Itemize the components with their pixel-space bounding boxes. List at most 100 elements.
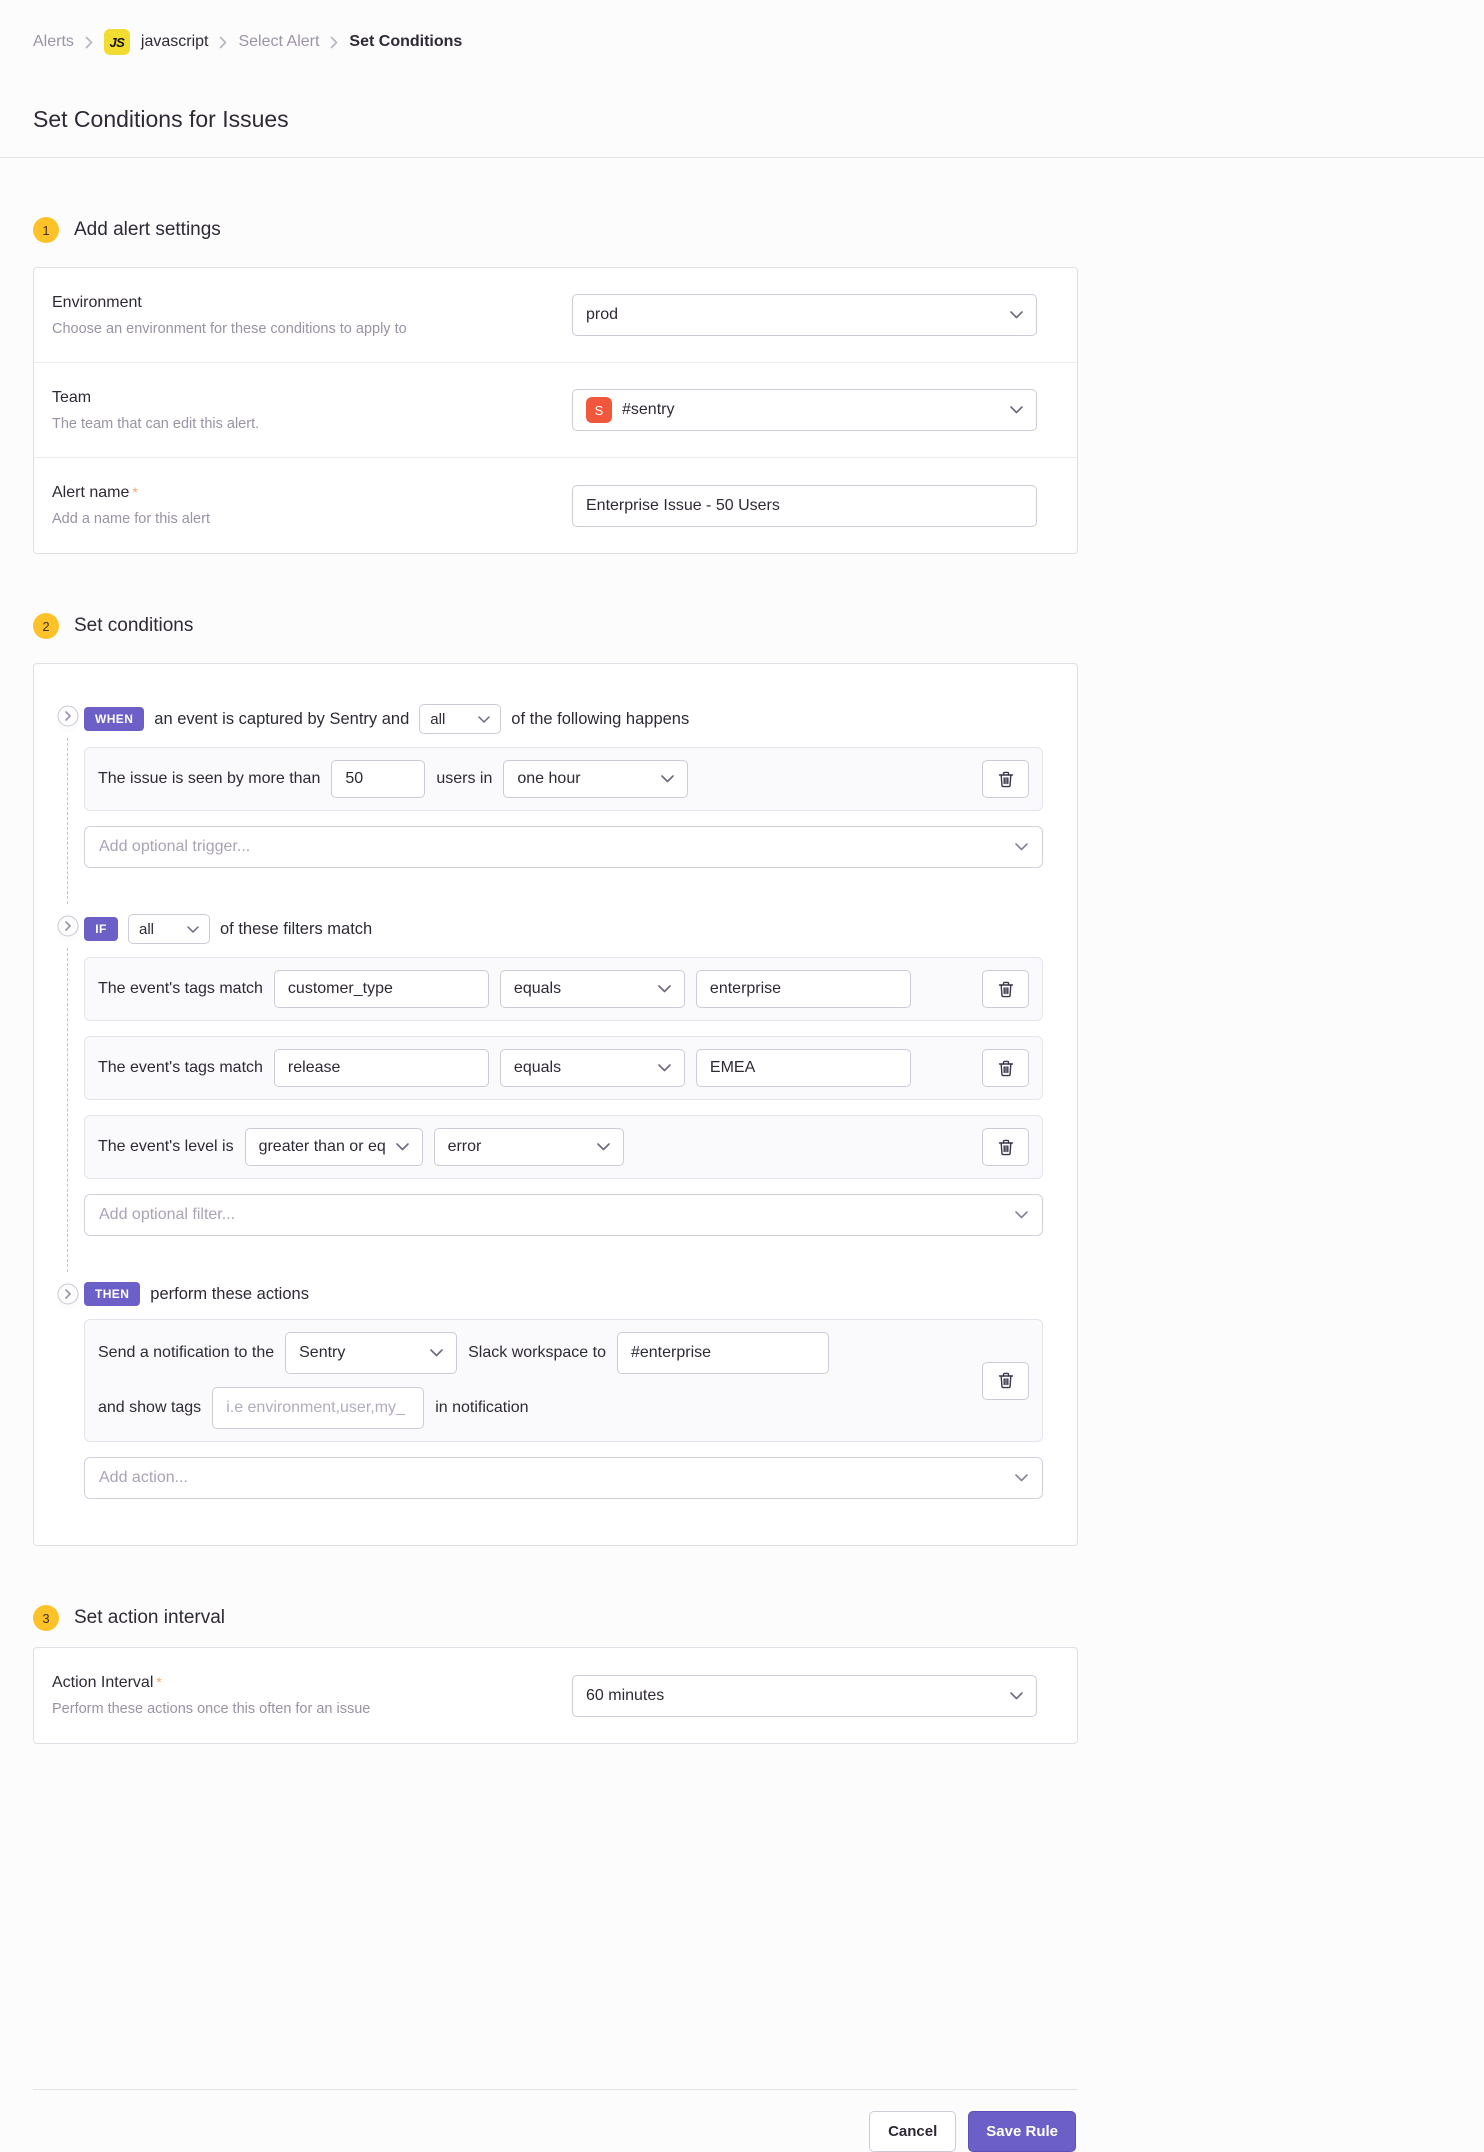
- breadcrumb-current: Set Conditions: [349, 33, 462, 51]
- if-section: IF all of these filters match The event'…: [34, 914, 1043, 1236]
- breadcrumb-alerts-link[interactable]: Alerts: [33, 33, 74, 51]
- action-tags-pre: and show tags: [98, 1399, 201, 1417]
- alert-name-input[interactable]: [572, 485, 1037, 527]
- action-interval-help-text: Perform these actions once this often fo…: [52, 1701, 370, 1717]
- team-avatar: S: [586, 397, 612, 423]
- save-rule-button[interactable]: Save Rule: [968, 2111, 1076, 2152]
- trigger-text-middle: users in: [436, 770, 492, 788]
- collapse-chevron-circle-icon[interactable]: [57, 915, 79, 942]
- tag-operator-select[interactable]: equals: [500, 970, 685, 1008]
- action-interval-row: Action Interval* Perform these actions o…: [34, 1648, 1077, 1743]
- step-2-heading: 2 Set conditions: [33, 613, 1078, 639]
- chevron-down-icon: [187, 926, 199, 933]
- chevron-down-icon: [661, 775, 674, 783]
- collapse-chevron-circle-icon[interactable]: [57, 705, 79, 732]
- trash-icon: [998, 1060, 1014, 1077]
- step-3-heading: 3 Set action interval: [33, 1605, 1078, 1631]
- delete-filter-button[interactable]: [982, 970, 1029, 1008]
- trash-icon: [998, 981, 1014, 998]
- collapse-chevron-circle-icon[interactable]: [57, 1283, 79, 1310]
- chevron-down-icon: [658, 985, 671, 993]
- chevron-down-icon: [1015, 1474, 1028, 1482]
- team-help-text: The team that can edit this alert.: [52, 416, 259, 432]
- step-1-title: Add alert settings: [74, 219, 221, 241]
- filter-label: The event's level is: [98, 1138, 234, 1156]
- action-interval-panel: Action Interval* Perform these actions o…: [33, 1647, 1078, 1744]
- step-1-heading: 1 Add alert settings: [33, 217, 1078, 243]
- alert-name-setting-row: Alert name* Add a name for this alert: [34, 458, 1077, 553]
- user-count-input[interactable]: [331, 760, 425, 798]
- when-badge: WHEN: [84, 707, 144, 731]
- tag-key-input[interactable]: [274, 970, 489, 1008]
- tag-operator-select[interactable]: equals: [500, 1049, 685, 1087]
- javascript-project-icon: JS: [104, 29, 130, 55]
- delete-filter-button[interactable]: [982, 1049, 1029, 1087]
- interval-selected-value: one hour: [517, 770, 651, 788]
- trigger-condition-row: The issue is seen by more than users in …: [84, 747, 1043, 811]
- level-operator-select[interactable]: greater than or equ: [245, 1128, 423, 1166]
- tag-value-input[interactable]: [696, 1049, 911, 1087]
- chevron-down-icon: [597, 1143, 610, 1151]
- add-filter-select[interactable]: Add optional filter...: [84, 1194, 1043, 1236]
- add-trigger-placeholder: Add optional trigger...: [99, 838, 1015, 856]
- action-tags-post: in notification: [435, 1399, 528, 1417]
- workspace-select[interactable]: Sentry: [285, 1332, 457, 1374]
- team-select[interactable]: S #sentry: [572, 389, 1037, 431]
- delete-action-button[interactable]: [982, 1362, 1029, 1400]
- team-label: Team: [52, 389, 259, 407]
- when-match-select[interactable]: all: [419, 704, 501, 734]
- step-1-number-badge: 1: [33, 217, 59, 243]
- filter-label: The event's tags match: [98, 1059, 263, 1077]
- alert-name-label: Alert name: [52, 484, 129, 501]
- required-indicator: *: [156, 1674, 161, 1690]
- alert-name-help-text: Add a name for this alert: [52, 511, 210, 527]
- action-text-mid: Slack workspace to: [468, 1344, 606, 1362]
- action-interval-select[interactable]: 60 minutes: [572, 1675, 1037, 1717]
- if-match-select[interactable]: all: [128, 914, 210, 944]
- environment-help-text: Choose an environment for these conditio…: [52, 321, 407, 337]
- filter-row-tags-2: The event's tags match equals: [84, 1036, 1043, 1100]
- action-interval-value: 60 minutes: [586, 1687, 1000, 1705]
- then-section: THEN perform these actions Send a notifi…: [34, 1282, 1043, 1499]
- filter-row-level: The event's level is greater than or equ…: [84, 1115, 1043, 1179]
- alert-settings-panel: Environment Choose an environment for th…: [33, 267, 1078, 554]
- add-trigger-select[interactable]: Add optional trigger...: [84, 826, 1043, 868]
- add-action-select[interactable]: Add action...: [84, 1457, 1043, 1499]
- trash-icon: [998, 771, 1014, 788]
- interval-select[interactable]: one hour: [503, 760, 688, 798]
- action-interval-label: Action Interval: [52, 1674, 153, 1691]
- chevron-down-icon: [478, 716, 490, 723]
- chevron-down-icon: [658, 1064, 671, 1072]
- delete-filter-button[interactable]: [982, 1128, 1029, 1166]
- page-title: Set Conditions for Issues: [33, 106, 1484, 133]
- cancel-button[interactable]: Cancel: [869, 2111, 956, 2152]
- tag-value-input[interactable]: [696, 970, 911, 1008]
- breadcrumb-project-link[interactable]: javascript: [141, 33, 209, 51]
- action-row-slack: Send a notification to the Sentry Slack …: [84, 1319, 1043, 1442]
- environment-selected-value: prod: [586, 306, 1000, 324]
- breadcrumb: Alerts JS javascript Select Alert Set Co…: [0, 0, 1484, 55]
- level-value-select[interactable]: error: [434, 1128, 624, 1166]
- channel-input[interactable]: [617, 1332, 829, 1374]
- chevron-right-icon: [85, 36, 93, 49]
- tag-key-input[interactable]: [274, 1049, 489, 1087]
- team-selected-value: #sentry: [622, 401, 1000, 419]
- environment-select[interactable]: prod: [572, 294, 1037, 336]
- when-match-value: all: [430, 711, 468, 728]
- step-2-title: Set conditions: [74, 615, 193, 637]
- delete-trigger-button[interactable]: [982, 760, 1029, 798]
- header-divider: [0, 157, 1484, 158]
- step-3-number-badge: 3: [33, 1605, 59, 1631]
- chevron-down-icon: [1010, 1692, 1023, 1700]
- step-3-title: Set action interval: [74, 1607, 225, 1629]
- chevron-down-icon: [1010, 311, 1023, 319]
- conditions-panel: WHEN an event is captured by Sentry and …: [33, 663, 1078, 1546]
- tag-operator-value: equals: [514, 980, 648, 998]
- if-post-text: of these filters match: [220, 920, 372, 939]
- breadcrumb-select-alert-link[interactable]: Select Alert: [238, 33, 319, 51]
- when-section: WHEN an event is captured by Sentry and …: [34, 704, 1043, 868]
- footer-actions: Cancel Save Rule: [33, 2090, 1078, 2152]
- tags-input[interactable]: [212, 1387, 424, 1429]
- chevron-right-icon: [219, 36, 227, 49]
- chevron-down-icon: [1015, 843, 1028, 851]
